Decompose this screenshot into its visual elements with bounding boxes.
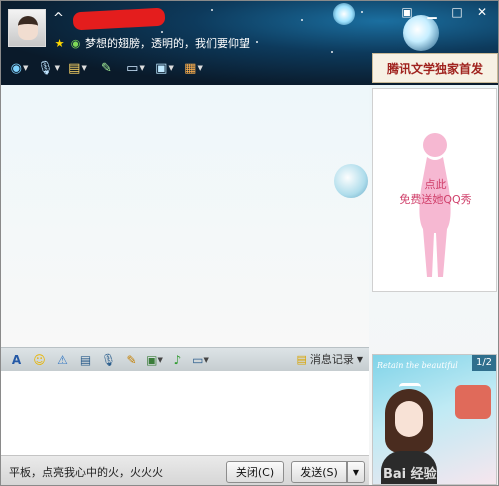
file-transfer-icon: ▤ bbox=[68, 60, 81, 76]
more-icon: ▭ bbox=[192, 352, 204, 367]
image-text-icon: ▤ bbox=[79, 352, 92, 367]
message-icon: ✎ bbox=[101, 60, 112, 76]
music-button[interactable]: ♪ bbox=[168, 351, 187, 369]
qq-show-line1: 点此 bbox=[424, 178, 447, 191]
watermark: Bai 经验 bbox=[383, 467, 437, 482]
chat-window: ^ ★ ◉ 梦想的翅膀，透明的，我们要仰望 ▣ ▁ □ ✕ ◉ ▼ 🎙 ▼ ▤ ▼ ✎… bbox=[0, 0, 499, 486]
voice-call-button[interactable]: 🎙 ▼ bbox=[36, 57, 61, 79]
status-message: 平板，点亮我心中的火，火火火 bbox=[9, 466, 163, 479]
apps-icon: ▦ bbox=[184, 60, 197, 76]
video-call-button[interactable]: ◉ ▼ bbox=[7, 57, 32, 79]
star-icon[interactable]: ★ bbox=[53, 37, 66, 50]
more-button[interactable]: ▭ ▼ bbox=[191, 351, 210, 369]
ad-banner[interactable]: 腾讯文学独家首发 bbox=[372, 53, 498, 83]
share-screen-icon: ▣ bbox=[155, 60, 168, 76]
minimize-icon[interactable]: ▁ bbox=[424, 5, 440, 19]
ad-character-face bbox=[395, 401, 423, 437]
font-icon: A bbox=[11, 352, 22, 367]
image-text-button[interactable]: ▤ bbox=[76, 351, 95, 369]
chevron-down-icon: ▼ bbox=[356, 354, 363, 364]
voice-call-icon: 🎙 bbox=[37, 60, 54, 76]
message-history-area[interactable] bbox=[1, 85, 369, 347]
handbag-icon bbox=[455, 385, 491, 419]
history-label: 消息记录 bbox=[309, 353, 354, 366]
voice-message-icon: 🎙 bbox=[100, 352, 117, 367]
shake-button[interactable]: ⚠ bbox=[53, 351, 72, 369]
chevron-down-icon: ▼ bbox=[352, 467, 360, 477]
send-options-button[interactable]: ▼ bbox=[347, 461, 365, 483]
doodle-icon: ✎ bbox=[126, 352, 137, 367]
personal-signature: 梦想的翅膀，透明的，我们要仰望 bbox=[85, 37, 250, 50]
bottom-bar: 平板，点亮我心中的火，火火火 关闭(C) 发送(S) ▼ bbox=[1, 455, 369, 485]
video-call-icon: ◉ bbox=[10, 60, 22, 76]
qq-show-text[interactable]: 点此 免费送她QQ秀 bbox=[373, 177, 498, 207]
planet-decor bbox=[403, 15, 439, 51]
file-transfer-button[interactable]: ▤ ▼ bbox=[65, 57, 90, 79]
emoji-icon: ☺ bbox=[33, 352, 46, 367]
close-button[interactable]: 关闭(C) bbox=[226, 461, 284, 483]
apps-button[interactable]: ▦ ▼ bbox=[181, 57, 206, 79]
ad-caption: Retain the beautiful bbox=[377, 361, 458, 370]
message-history-button[interactable]: ▤ 消息记录 ▼ bbox=[296, 351, 363, 367]
doodle-button[interactable]: ✎ bbox=[122, 351, 141, 369]
font-button[interactable]: A bbox=[7, 351, 26, 369]
close-icon[interactable]: ✕ bbox=[474, 5, 490, 19]
qq-show-panel[interactable]: 点此 免费送她QQ秀 bbox=[372, 88, 497, 292]
ad-carousel[interactable]: Retain the beautiful 1/2 Bai 经验 bbox=[372, 354, 497, 485]
qq-show-line2: 免费送她QQ秀 bbox=[399, 193, 472, 206]
ad-page-indicator[interactable]: 1/2 bbox=[472, 355, 496, 371]
history-icon: ▤ bbox=[296, 352, 307, 366]
chat-toolbar: ◉ ▼ 🎙 ▼ ▤ ▼ ✎ ▭ ▼ ▣ ▼ ▦ ▼ bbox=[7, 57, 206, 79]
planet-decor bbox=[333, 3, 355, 25]
screenshot-button[interactable]: ▣ ▼ bbox=[145, 351, 164, 369]
shake-icon: ⚠ bbox=[57, 352, 68, 367]
emoji-button[interactable]: ☺ bbox=[30, 351, 49, 369]
remote-desktop-icon: ▭ bbox=[126, 60, 139, 76]
nickname: ^ bbox=[53, 11, 64, 26]
send-button[interactable]: 发送(S) bbox=[291, 461, 347, 483]
voice-message-button[interactable]: 🎙 bbox=[99, 351, 118, 369]
avatar[interactable] bbox=[8, 9, 46, 47]
status-row: ★ ◉ 梦想的翅膀，透明的，我们要仰望 bbox=[53, 35, 250, 51]
bubble-decor bbox=[334, 164, 368, 198]
online-status-icon[interactable]: ◉ bbox=[69, 37, 82, 50]
maximize-icon[interactable]: □ bbox=[449, 5, 465, 19]
share-screen-button[interactable]: ▣ ▼ bbox=[152, 57, 177, 79]
tiara-icon bbox=[399, 383, 421, 391]
message-button[interactable]: ✎ bbox=[94, 57, 119, 79]
nickname-redaction bbox=[72, 7, 166, 31]
screenshot-icon: ▣ bbox=[146, 352, 158, 367]
remote-desktop-button[interactable]: ▭ ▼ bbox=[123, 57, 148, 79]
menu-icon[interactable]: ▣ bbox=[399, 5, 415, 19]
music-icon: ♪ bbox=[173, 352, 182, 367]
message-input[interactable] bbox=[1, 371, 369, 455]
input-toolbar: A ☺ ⚠ ▤ 🎙 ✎ ▣ ▼ ♪ ▭ ▼ ▤ 消息记录 ▼ bbox=[1, 347, 369, 371]
window-controls: ▣ ▁ □ ✕ bbox=[399, 5, 490, 19]
